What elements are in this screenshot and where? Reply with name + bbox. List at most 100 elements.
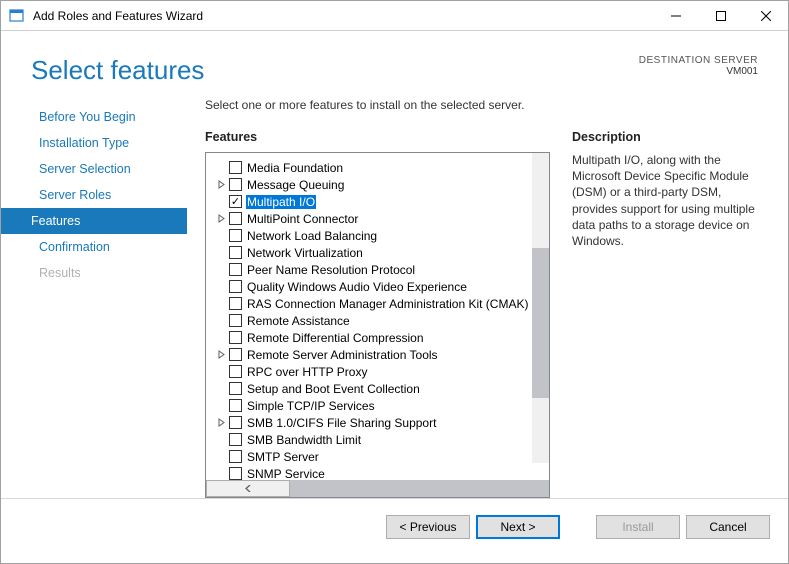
destination-name: VM001 — [639, 66, 758, 77]
header: Select features DESTINATION SERVER VM001 — [1, 31, 788, 96]
feature-checkbox[interactable] — [229, 246, 242, 259]
previous-button[interactable]: < Previous — [386, 515, 470, 539]
description-column: Description Multipath I/O, along with th… — [572, 130, 762, 498]
destination-label: DESTINATION SERVER — [639, 55, 758, 66]
title-bar: Add Roles and Features Wizard — [1, 1, 788, 31]
minimize-button[interactable] — [653, 1, 698, 30]
wizard-step[interactable]: Server Selection — [1, 156, 187, 182]
wizard-step: Results — [1, 260, 187, 286]
feature-item[interactable]: Peer Name Resolution Protocol — [206, 261, 549, 278]
feature-item[interactable]: Multipath I/O — [206, 193, 549, 210]
wizard-step[interactable]: Installation Type — [1, 130, 187, 156]
feature-item[interactable]: SMB 1.0/CIFS File Sharing Support — [206, 414, 549, 431]
feature-checkbox[interactable] — [229, 399, 242, 412]
close-button[interactable] — [743, 1, 788, 30]
feature-item[interactable]: Remote Assistance — [206, 312, 549, 329]
feature-item[interactable]: Simple TCP/IP Services — [206, 397, 549, 414]
install-button[interactable]: Install — [596, 515, 680, 539]
feature-checkbox[interactable] — [229, 348, 242, 361]
feature-checkbox[interactable] — [229, 331, 242, 344]
feature-label: Multipath I/O — [246, 195, 316, 209]
expand-icon[interactable] — [216, 213, 227, 224]
wizard-steps: Before You BeginInstallation TypeServer … — [1, 96, 187, 498]
features-listbox[interactable]: Media Foundation Message Queuing Multipath… — [205, 152, 550, 498]
page-title: Select features — [31, 55, 204, 86]
wizard-step[interactable]: Features — [1, 208, 187, 234]
feature-checkbox[interactable] — [229, 365, 242, 378]
feature-item[interactable]: Remote Differential Compression — [206, 329, 549, 346]
features-column: Features Media Foundation Message Queuing… — [205, 130, 550, 498]
feature-item[interactable]: RPC over HTTP Proxy — [206, 363, 549, 380]
description-text: Multipath I/O, along with the Microsoft … — [572, 152, 762, 249]
features-list: Media Foundation Message Queuing Multipath… — [206, 153, 549, 480]
feature-label: Peer Name Resolution Protocol — [246, 263, 416, 277]
next-button[interactable]: Next > — [476, 515, 560, 539]
feature-label: Remote Differential Compression — [246, 331, 425, 345]
feature-label: Simple TCP/IP Services — [246, 399, 376, 413]
feature-item[interactable]: Remote Server Administration Tools — [206, 346, 549, 363]
feature-item[interactable]: MultiPoint Connector — [206, 210, 549, 227]
window-title: Add Roles and Features Wizard — [33, 9, 653, 23]
feature-label: Network Load Balancing — [246, 229, 378, 243]
feature-label: Quality Windows Audio Video Experience — [246, 280, 468, 294]
feature-label: RPC over HTTP Proxy — [246, 365, 368, 379]
features-heading: Features — [205, 130, 550, 144]
wizard-step[interactable]: Server Roles — [1, 182, 187, 208]
feature-label: Network Virtualization — [246, 246, 364, 260]
feature-item[interactable]: Network Virtualization — [206, 244, 549, 261]
scrollbar-thumb[interactable] — [290, 480, 550, 497]
feature-item[interactable]: SMB Bandwidth Limit — [206, 431, 549, 448]
feature-checkbox[interactable] — [229, 212, 242, 225]
feature-checkbox[interactable] — [229, 433, 242, 446]
feature-checkbox[interactable] — [229, 467, 242, 480]
feature-checkbox[interactable] — [229, 178, 242, 191]
horizontal-scrollbar[interactable] — [206, 480, 549, 497]
feature-label: Setup and Boot Event Collection — [246, 382, 421, 396]
feature-label: RAS Connection Manager Administration Ki… — [246, 297, 529, 311]
content: Select one or more features to install o… — [187, 96, 778, 498]
feature-label: SMB 1.0/CIFS File Sharing Support — [246, 416, 437, 430]
feature-checkbox[interactable] — [229, 280, 242, 293]
expand-icon[interactable] — [216, 349, 227, 360]
description-heading: Description — [572, 130, 762, 144]
feature-item[interactable]: Message Queuing — [206, 176, 549, 193]
instruction-text: Select one or more features to install o… — [205, 96, 762, 112]
feature-label: Media Foundation — [246, 161, 344, 175]
feature-checkbox[interactable] — [229, 314, 242, 327]
body: Before You BeginInstallation TypeServer … — [1, 96, 788, 498]
feature-item[interactable]: Setup and Boot Event Collection — [206, 380, 549, 397]
feature-item[interactable]: SNMP Service — [206, 465, 549, 480]
feature-label: MultiPoint Connector — [246, 212, 359, 226]
feature-item[interactable]: RAS Connection Manager Administration Ki… — [206, 295, 549, 312]
feature-checkbox[interactable] — [229, 229, 242, 242]
feature-checkbox[interactable] — [229, 416, 242, 429]
footer: < Previous Next > Install Cancel — [1, 498, 788, 554]
scrollbar-thumb[interactable] — [532, 248, 549, 398]
feature-checkbox[interactable] — [229, 382, 242, 395]
wizard-step[interactable]: Before You Begin — [1, 104, 187, 130]
feature-checkbox[interactable] — [229, 297, 242, 310]
feature-label: Remote Assistance — [246, 314, 351, 328]
cancel-button[interactable]: Cancel — [686, 515, 770, 539]
feature-label: Message Queuing — [246, 178, 345, 192]
scrollbar-track[interactable] — [290, 480, 465, 497]
expand-icon[interactable] — [216, 417, 227, 428]
wizard-step[interactable]: Confirmation — [1, 234, 187, 260]
feature-item[interactable]: Quality Windows Audio Video Experience — [206, 278, 549, 295]
feature-label: Remote Server Administration Tools — [246, 348, 439, 362]
feature-label: SMB Bandwidth Limit — [246, 433, 362, 447]
vertical-scrollbar[interactable] — [532, 153, 549, 463]
feature-checkbox[interactable] — [229, 161, 242, 174]
feature-checkbox[interactable] — [229, 263, 242, 276]
feature-checkbox[interactable] — [229, 195, 242, 208]
feature-item[interactable]: Media Foundation — [206, 159, 549, 176]
destination-server: DESTINATION SERVER VM001 — [639, 55, 758, 77]
maximize-button[interactable] — [698, 1, 743, 30]
feature-checkbox[interactable] — [229, 450, 242, 463]
feature-item[interactable]: Network Load Balancing — [206, 227, 549, 244]
columns: Features Media Foundation Message Queuing… — [205, 130, 762, 498]
expand-icon[interactable] — [216, 179, 227, 190]
window-controls — [653, 1, 788, 30]
scroll-left-button[interactable] — [206, 480, 290, 497]
feature-item[interactable]: SMTP Server — [206, 448, 549, 465]
